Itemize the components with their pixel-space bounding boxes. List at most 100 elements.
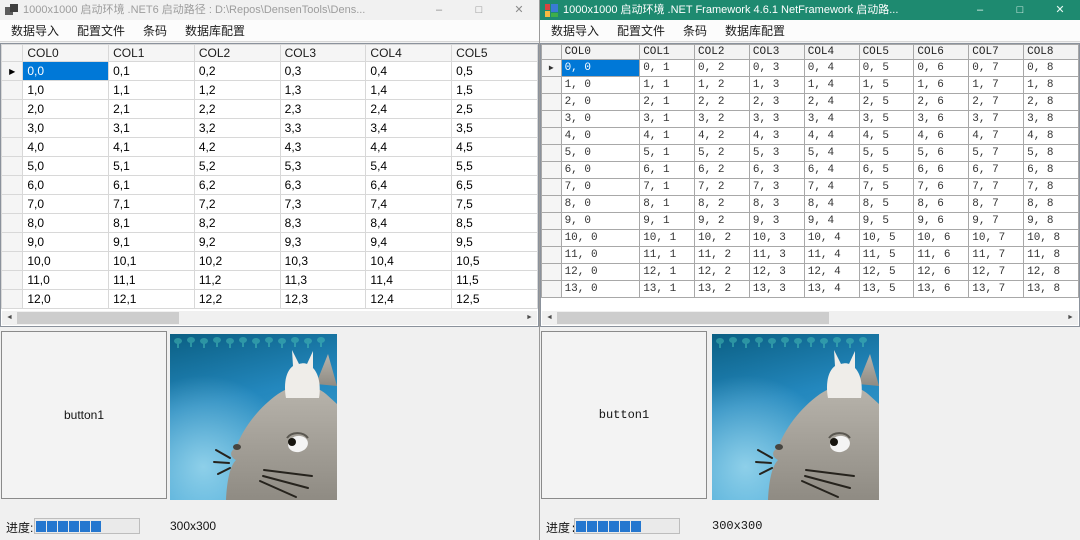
grid-cell[interactable]: 1, 0 bbox=[560, 76, 641, 94]
grid-cell[interactable]: 4,3 bbox=[279, 137, 367, 157]
column-header[interactable]: COL8 bbox=[1023, 44, 1079, 60]
grid-cell[interactable]: 4,0 bbox=[22, 137, 110, 157]
grid-cell[interactable]: 2,2 bbox=[193, 99, 281, 119]
grid-cell[interactable]: 0, 4 bbox=[803, 59, 860, 77]
grid-cell[interactable]: 11,3 bbox=[279, 270, 367, 290]
row-header[interactable] bbox=[541, 263, 562, 281]
grid-corner[interactable] bbox=[541, 44, 562, 60]
grid-cell[interactable]: 10, 8 bbox=[1023, 229, 1079, 247]
grid-cell[interactable]: 0,4 bbox=[365, 61, 453, 81]
grid-cell[interactable]: 12, 0 bbox=[560, 263, 641, 281]
column-header[interactable]: COL4 bbox=[803, 44, 860, 60]
grid-cell[interactable]: 7, 5 bbox=[858, 178, 915, 196]
grid-cell[interactable]: 2,4 bbox=[365, 99, 453, 119]
grid-cell[interactable]: 10, 3 bbox=[748, 229, 805, 247]
grid-cell[interactable]: 10, 6 bbox=[913, 229, 970, 247]
row-header[interactable]: ▶ bbox=[1, 61, 24, 81]
grid-cell[interactable]: 0,0 bbox=[22, 61, 110, 81]
row-header[interactable] bbox=[1, 137, 24, 157]
menu-item[interactable]: 配置文件 bbox=[608, 19, 674, 42]
grid-cell[interactable]: 10,3 bbox=[279, 251, 367, 271]
menu-item[interactable]: 数据导入 bbox=[542, 19, 608, 42]
grid-cell[interactable]: 10,0 bbox=[22, 251, 110, 271]
grid-cell[interactable]: 6, 7 bbox=[968, 161, 1025, 179]
grid-cell[interactable]: 0, 6 bbox=[913, 59, 970, 77]
grid-cell[interactable]: 9, 3 bbox=[748, 212, 805, 230]
grid-cell[interactable]: 1,0 bbox=[22, 80, 110, 100]
left-titlebar[interactable]: 1000x1000 启动环境 .NET6 启动路径 : D:\Repos\Den… bbox=[0, 0, 539, 20]
grid-cell[interactable]: 7,0 bbox=[22, 194, 110, 214]
grid-cell[interactable]: 10, 0 bbox=[560, 229, 641, 247]
grid-cell[interactable]: 0, 1 bbox=[639, 59, 696, 77]
grid-cell[interactable]: 10,1 bbox=[108, 251, 195, 271]
maximize-icon[interactable]: □ bbox=[459, 0, 499, 20]
grid-cell[interactable]: 10, 2 bbox=[694, 229, 750, 247]
grid-cell[interactable]: 1,5 bbox=[451, 80, 538, 100]
grid-cell[interactable]: 9,4 bbox=[365, 232, 453, 252]
grid-cell[interactable]: 2, 2 bbox=[694, 93, 750, 111]
grid-cell[interactable]: 3, 6 bbox=[913, 110, 970, 128]
row-header[interactable] bbox=[541, 110, 562, 128]
close-icon[interactable]: ✕ bbox=[1040, 0, 1080, 20]
grid-cell[interactable]: 9, 8 bbox=[1023, 212, 1079, 230]
grid-cell[interactable]: 9,0 bbox=[22, 232, 110, 252]
grid-cell[interactable]: 13, 3 bbox=[748, 280, 805, 298]
menu-item[interactable]: 数据导入 bbox=[2, 19, 68, 42]
grid-cell[interactable]: 12, 2 bbox=[694, 263, 750, 281]
grid-cell[interactable]: 2,5 bbox=[451, 99, 538, 119]
row-header[interactable] bbox=[541, 246, 562, 264]
column-header[interactable]: COL1 bbox=[639, 44, 696, 60]
grid-cell[interactable]: 11,1 bbox=[108, 270, 195, 290]
grid-cell[interactable]: 4, 0 bbox=[560, 127, 641, 145]
grid-cell[interactable]: 5, 4 bbox=[803, 144, 860, 162]
grid-cell[interactable]: 4,1 bbox=[108, 137, 195, 157]
grid-cell[interactable]: 7, 8 bbox=[1023, 178, 1079, 196]
grid-cell[interactable]: 7, 4 bbox=[803, 178, 860, 196]
maximize-icon[interactable]: □ bbox=[1000, 0, 1040, 20]
grid-cell[interactable]: 11, 0 bbox=[560, 246, 641, 264]
grid-cell[interactable]: 3, 7 bbox=[968, 110, 1025, 128]
grid-cell[interactable]: 4, 6 bbox=[913, 127, 970, 145]
grid-cell[interactable]: 8,4 bbox=[365, 213, 453, 233]
row-header[interactable] bbox=[541, 161, 562, 179]
grid-cell[interactable]: 13, 0 bbox=[560, 280, 641, 298]
grid-cell[interactable]: 12,5 bbox=[451, 289, 538, 309]
grid-cell[interactable]: 5,0 bbox=[22, 156, 110, 176]
grid-cell[interactable]: 12, 3 bbox=[748, 263, 805, 281]
grid-cell[interactable]: 11, 4 bbox=[803, 246, 860, 264]
grid-cell[interactable]: 1, 1 bbox=[639, 76, 696, 94]
grid-cell[interactable]: 4, 8 bbox=[1023, 127, 1079, 145]
grid-cell[interactable]: 11,2 bbox=[193, 270, 281, 290]
close-icon[interactable]: ✕ bbox=[499, 0, 539, 20]
grid-cell[interactable]: 13, 8 bbox=[1023, 280, 1079, 298]
grid-cell[interactable]: 3, 5 bbox=[858, 110, 915, 128]
grid-cell[interactable]: 7,5 bbox=[451, 194, 538, 214]
grid-cell[interactable]: 0, 3 bbox=[748, 59, 805, 77]
grid-cell[interactable]: 2, 4 bbox=[803, 93, 860, 111]
grid-cell[interactable]: 12, 5 bbox=[858, 263, 915, 281]
row-header[interactable] bbox=[1, 118, 24, 138]
row-header[interactable] bbox=[541, 229, 562, 247]
column-header[interactable]: COL0 bbox=[560, 44, 641, 60]
grid-cell[interactable]: 2, 0 bbox=[560, 93, 641, 111]
grid-cell[interactable]: 3,0 bbox=[22, 118, 110, 138]
menu-item[interactable]: 配置文件 bbox=[68, 19, 134, 42]
grid-cell[interactable]: 13, 5 bbox=[858, 280, 915, 298]
grid-cell[interactable]: 11, 3 bbox=[748, 246, 805, 264]
row-header[interactable] bbox=[541, 195, 562, 213]
grid-cell[interactable]: 7, 6 bbox=[913, 178, 970, 196]
grid-cell[interactable]: 12,0 bbox=[22, 289, 110, 309]
grid-cell[interactable]: 8, 4 bbox=[803, 195, 860, 213]
grid-cell[interactable]: 5,2 bbox=[193, 156, 281, 176]
grid-cell[interactable]: 2, 8 bbox=[1023, 93, 1079, 111]
grid-cell[interactable]: 8, 8 bbox=[1023, 195, 1079, 213]
row-header[interactable] bbox=[1, 175, 24, 195]
grid-cell[interactable]: 8, 2 bbox=[694, 195, 750, 213]
grid-cell[interactable]: 8,5 bbox=[451, 213, 538, 233]
grid-cell[interactable]: 3,5 bbox=[451, 118, 538, 138]
grid-cell[interactable]: 6, 1 bbox=[639, 161, 696, 179]
row-header[interactable] bbox=[1, 232, 24, 252]
row-header[interactable] bbox=[541, 280, 562, 298]
grid-cell[interactable]: 9, 6 bbox=[913, 212, 970, 230]
column-header[interactable]: COL2 bbox=[694, 44, 750, 60]
